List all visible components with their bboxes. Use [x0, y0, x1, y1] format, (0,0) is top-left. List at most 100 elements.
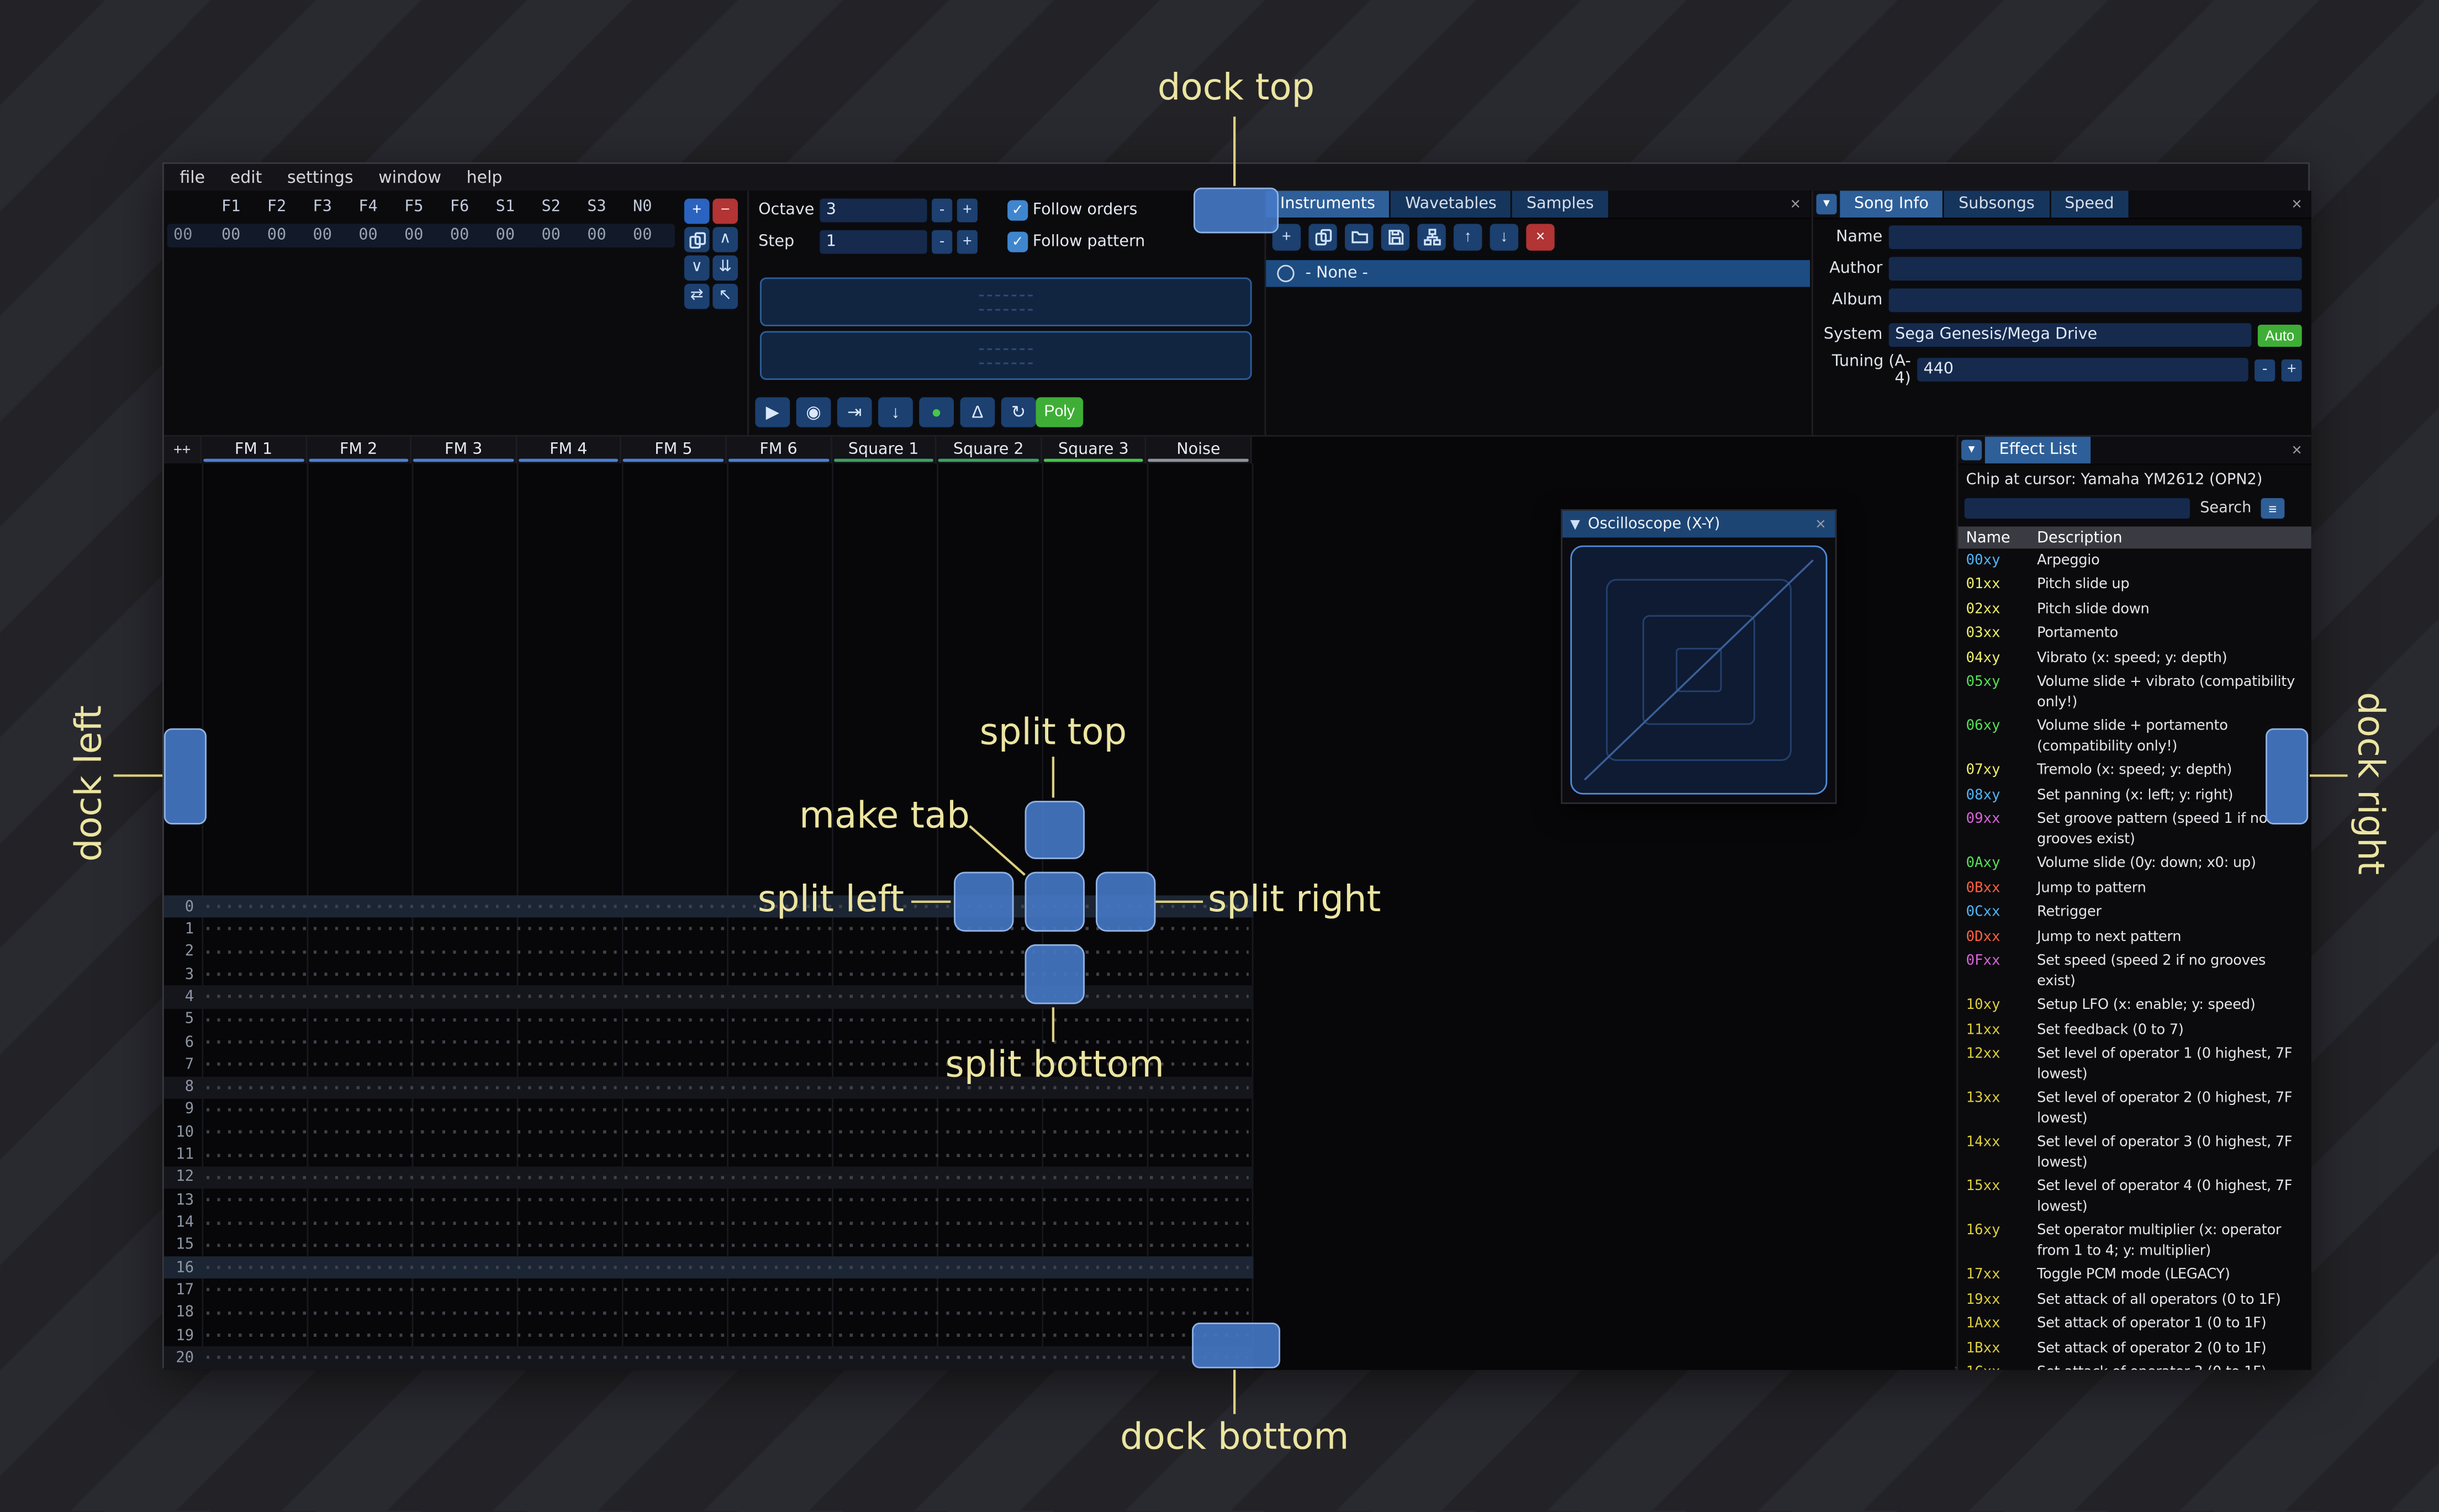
order-cell[interactable]: 00: [483, 227, 529, 244]
effect-row[interactable]: 0Fxx Set speed (speed 2 if no grooves ex…: [1958, 950, 2311, 994]
effect-row[interactable]: 02xx Pitch slide down: [1958, 598, 2311, 622]
effect-row[interactable]: 16xy Set operator multiplier (x: operato…: [1958, 1219, 2311, 1263]
effect-search-input[interactable]: [1964, 498, 2191, 519]
pattern-row[interactable]: 2: [164, 940, 1254, 963]
effect-row[interactable]: 04xy Vibrato (x: speed; y: depth): [1958, 646, 2311, 670]
tuning-decrease-button[interactable]: -: [2255, 358, 2276, 381]
dock-target-split-top[interactable]: [1025, 801, 1085, 859]
instruments-close-button[interactable]: ×: [1781, 191, 1810, 218]
note-preview-lower[interactable]: [759, 331, 1252, 380]
collapse-button[interactable]: ▼: [1816, 194, 1837, 215]
order-cell[interactable]: 00: [437, 227, 483, 244]
effect-row[interactable]: 0Axy Volume slide (0y: down; x0: up): [1958, 852, 2311, 876]
empty-row-cells[interactable]: [206, 950, 1249, 954]
step-down-button[interactable]: ↓: [878, 397, 913, 427]
tuning-input[interactable]: [1917, 357, 2248, 382]
tab[interactable]: Wavetables: [1391, 191, 1513, 218]
instrument-move-up-button[interactable]: ↑: [1453, 224, 1482, 251]
channel-header[interactable]: Noise: [1147, 436, 1252, 464]
order-remove-button[interactable]: −: [712, 198, 738, 224]
order-cell[interactable]: 00: [391, 227, 437, 244]
empty-row-cells[interactable]: [206, 1176, 1249, 1179]
order-duplicate-button[interactable]: [684, 227, 710, 252]
order-duplicate-to-end-button[interactable]: ⇊: [712, 255, 738, 281]
dock-target-left[interactable]: [163, 728, 207, 824]
instrument-organize-button[interactable]: [1417, 224, 1446, 251]
album-input[interactable]: [1888, 288, 2302, 313]
empty-row-cells[interactable]: [206, 1220, 1249, 1224]
tab[interactable]: Subsongs: [1944, 191, 2051, 218]
pattern-row[interactable]: 14: [164, 1211, 1254, 1234]
order-change-mode-button[interactable]: ⇄: [684, 283, 710, 309]
effect-row[interactable]: 11xx Set feedback (0 to 7): [1958, 1018, 2311, 1043]
pattern-row[interactable]: 4: [163, 985, 1254, 1008]
channel-header[interactable]: Square 3: [1042, 436, 1147, 464]
order-edit-mode-button[interactable]: ↖: [712, 283, 738, 309]
song-info-close-button[interactable]: ×: [2282, 191, 2311, 218]
effect-list-menu-button[interactable]: ≡: [2261, 498, 2285, 519]
order-cell[interactable]: 00: [208, 227, 254, 244]
order-move-down-button[interactable]: ∨: [684, 255, 710, 281]
channel-header[interactable]: FM 2: [307, 436, 412, 464]
empty-row-cells[interactable]: [206, 1018, 1249, 1021]
effect-row[interactable]: 1Axx Set attack of operator 1 (0 to 1F): [1958, 1312, 2311, 1336]
collapse-icon[interactable]: ▼: [1570, 517, 1580, 531]
channel-header[interactable]: Square 2: [937, 436, 1042, 464]
empty-row-cells[interactable]: [206, 1108, 1249, 1112]
pattern-row[interactable]: 17: [164, 1279, 1254, 1302]
empty-row-cells[interactable]: [206, 1040, 1249, 1044]
pattern-row[interactable]: 15: [164, 1234, 1254, 1256]
dock-target-split-left[interactable]: [954, 871, 1014, 932]
author-input[interactable]: [1888, 257, 2302, 281]
effect-row[interactable]: 07xy Tremolo (x: speed; y: depth): [1958, 759, 2311, 783]
menu-item[interactable]: help: [454, 164, 515, 191]
channel-header[interactable]: FM 4: [516, 436, 622, 464]
octave-decrease-button[interactable]: -: [932, 198, 953, 223]
empty-row-cells[interactable]: [206, 1311, 1249, 1315]
tab[interactable]: Instruments: [1266, 191, 1391, 218]
pattern-row[interactable]: 16: [163, 1256, 1254, 1279]
dock-target-make-tab[interactable]: [1025, 871, 1085, 932]
note-preview-area[interactable]: [759, 277, 1252, 384]
note-preview-upper[interactable]: [759, 277, 1252, 326]
menu-item[interactable]: file: [167, 164, 218, 191]
channel-header[interactable]: FM 1: [202, 436, 307, 464]
effect-row[interactable]: 03xx Portamento: [1958, 622, 2311, 646]
effect-row[interactable]: 05xy Volume slide + vibrato (compatibili…: [1958, 671, 2311, 715]
menu-item[interactable]: settings: [274, 164, 366, 191]
poly-toggle-button[interactable]: Poly: [1036, 397, 1084, 427]
step-increase-button[interactable]: +: [957, 230, 978, 254]
instrument-list-item[interactable]: - None -: [1266, 260, 1810, 287]
effect-row[interactable]: 01xx Pitch slide up: [1958, 573, 2311, 598]
play-button[interactable]: ▶: [755, 397, 790, 427]
effect-row[interactable]: 17xx Toggle PCM mode (LEGACY): [1958, 1263, 2311, 1288]
octave-input[interactable]: [820, 198, 927, 223]
pattern-row[interactable]: 20: [163, 1346, 1254, 1370]
dock-target-top[interactable]: [1193, 187, 1279, 234]
effect-row[interactable]: 0Dxx Jump to next pattern: [1958, 926, 2311, 950]
pattern-row[interactable]: 18: [164, 1302, 1254, 1324]
tab[interactable]: Song Info: [1840, 191, 1945, 218]
octave-increase-button[interactable]: +: [957, 198, 978, 223]
effect-row[interactable]: 1Cxx Set attack of operator 3 (0 to 1F): [1958, 1361, 2311, 1370]
effect-row[interactable]: 08xy Set panning (x: left; y: right): [1958, 784, 2311, 808]
dock-target-split-bottom[interactable]: [1025, 944, 1085, 1005]
repeat-button[interactable]: ↻: [1001, 397, 1036, 427]
system-auto-button[interactable]: Auto: [2257, 324, 2302, 346]
order-move-up-button[interactable]: ∧: [712, 227, 738, 252]
pattern-row[interactable]: 12: [163, 1166, 1254, 1189]
pattern-row[interactable]: 1: [164, 918, 1254, 940]
empty-row-cells[interactable]: [206, 1130, 1249, 1134]
empty-row-cells[interactable]: [206, 1153, 1249, 1157]
effect-row[interactable]: 19xx Set attack of all operators (0 to 1…: [1958, 1288, 2311, 1312]
effect-row[interactable]: 00xy Arpeggio: [1958, 548, 2311, 573]
pattern-row[interactable]: 0: [163, 895, 1254, 918]
channel-header[interactable]: Square 1: [831, 436, 937, 464]
menu-item[interactable]: window: [366, 164, 453, 191]
channel-header[interactable]: FM 5: [621, 436, 727, 464]
empty-row-cells[interactable]: [206, 995, 1249, 999]
effect-row[interactable]: 12xx Set level of operator 1 (0 highest,…: [1958, 1043, 2311, 1087]
instrument-move-down-button[interactable]: ↓: [1490, 224, 1518, 251]
dock-target-right[interactable]: [2266, 728, 2309, 824]
pattern-expand-button[interactable]: ++: [163, 436, 202, 464]
